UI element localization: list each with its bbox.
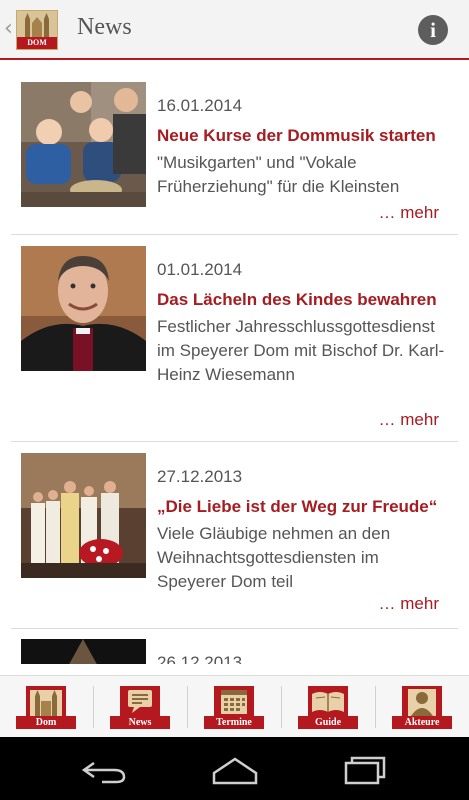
recent-apps-icon[interactable] — [340, 755, 390, 785]
news-teaser: "Musikgarten" und "Vokale Früherziehung"… — [157, 153, 400, 196]
back-chevron-icon[interactable]: ‹ — [4, 16, 13, 41]
more-link[interactable]: … mehr — [379, 594, 439, 614]
bishop-portrait-photo — [21, 246, 146, 371]
tab-label: Guide — [298, 716, 358, 729]
dom-logo[interactable]: DOM — [16, 10, 58, 50]
cathedral-interior-photo — [21, 639, 146, 664]
news-teaser: Festlicher Jahresschlussgottesdienst im … — [157, 317, 445, 384]
news-item[interactable]: 16.01.2014 Neue Kurse der Dommusik start… — [11, 62, 458, 235]
tab-label: Dom — [16, 716, 76, 729]
more-link[interactable]: … mehr — [379, 410, 439, 430]
tab-bar: Dom News Termine Guide Akteure — [0, 675, 469, 738]
news-date: 16.01.2014 — [157, 96, 243, 115]
news-date: 27.12.2013 — [157, 467, 243, 486]
news-date: 26.12.2013 — [157, 653, 243, 664]
tab-guide[interactable]: Guide — [298, 686, 358, 730]
tab-label: News — [110, 716, 170, 729]
cathedral-icon — [26, 686, 66, 716]
home-icon[interactable] — [210, 755, 260, 785]
news-teaser: Viele Gläubige nehmen an den Weihnachtsg… — [157, 524, 391, 591]
tab-dom[interactable]: Dom — [16, 686, 76, 730]
tab-label: Akteure — [392, 716, 452, 729]
news-date: 01.01.2014 — [157, 260, 243, 279]
news-item[interactable]: 01.01.2014 Das Lächeln des Kindes bewahr… — [11, 235, 458, 442]
tab-termine[interactable]: Termine — [204, 686, 264, 730]
tab-divider — [375, 686, 376, 728]
info-icon[interactable]: i — [418, 15, 448, 45]
tab-divider — [93, 686, 94, 728]
person-icon — [402, 686, 442, 716]
tab-divider — [187, 686, 188, 728]
tab-divider — [281, 686, 282, 728]
open-book-icon — [308, 686, 348, 716]
speech-bubble-icon — [120, 686, 160, 716]
news-headline[interactable]: Neue Kurse der Dommusik starten — [157, 126, 447, 146]
system-nav-bar — [0, 737, 469, 800]
news-headline[interactable]: „Die Liebe ist der Weg zur Freude“ — [157, 497, 447, 517]
children-music-class-photo — [21, 82, 146, 207]
news-headline[interactable]: Das Lächeln des Kindes bewahren — [157, 290, 447, 310]
app-header: ‹ DOM News i — [0, 0, 469, 60]
tab-akteure[interactable]: Akteure — [392, 686, 452, 730]
back-icon[interactable] — [80, 755, 130, 785]
news-item[interactable]: 26.12.2013 — [11, 629, 458, 664]
christmas-mass-photo — [21, 453, 146, 578]
calendar-icon — [214, 686, 254, 716]
logo-label: DOM — [17, 37, 57, 49]
news-list[interactable]: 16.01.2014 Neue Kurse der Dommusik start… — [0, 62, 469, 664]
news-item[interactable]: 27.12.2013 „Die Liebe ist der Weg zur Fr… — [11, 442, 458, 629]
more-link[interactable]: … mehr — [379, 203, 439, 223]
cathedral-icon — [17, 11, 57, 37]
tab-label: Termine — [204, 716, 264, 729]
tab-news[interactable]: News — [110, 686, 170, 730]
page-title: News — [77, 14, 132, 40]
